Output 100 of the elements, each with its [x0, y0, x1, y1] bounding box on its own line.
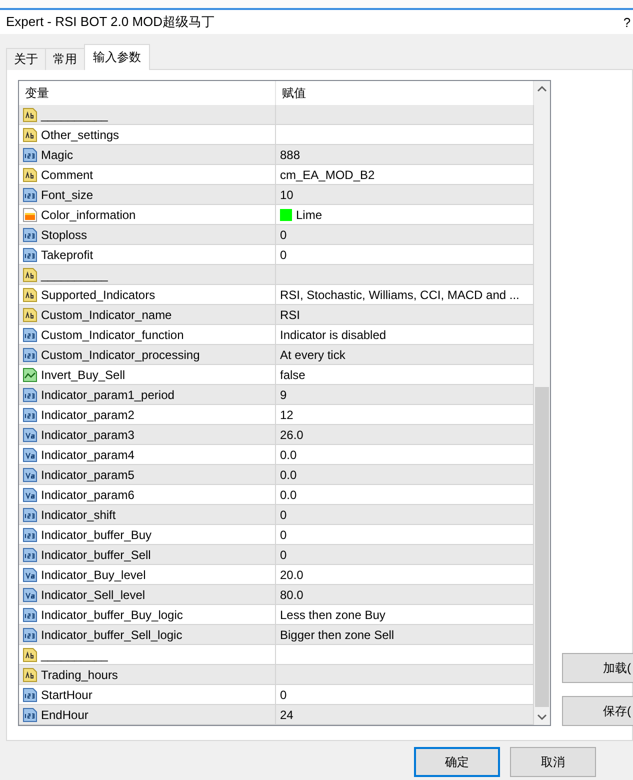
value-cell[interactable] — [276, 105, 534, 125]
integer-param-icon — [22, 686, 38, 702]
value-cell[interactable]: 0 — [276, 225, 534, 245]
variable-name: __________ — [41, 648, 108, 662]
scroll-thumb[interactable] — [535, 387, 549, 707]
value-cell[interactable]: 888 — [276, 145, 534, 165]
variable-name: Custom_Indicator_name — [41, 308, 172, 322]
variable-name: EndHour — [41, 708, 88, 722]
variable-name: Indicator_param1_period — [41, 388, 174, 402]
integer-param-icon — [22, 146, 38, 162]
variable-name: Color_information — [41, 208, 136, 222]
variable-name: Indicator_buffer_Sell_logic — [41, 628, 182, 642]
variable-name: Indicator_buffer_Buy — [41, 528, 152, 542]
variable-name: Takeprofit — [41, 248, 94, 262]
value-text: 10 — [280, 188, 294, 202]
value-cell[interactable] — [276, 665, 534, 685]
variable-name: Indicator_Buy_level — [41, 568, 146, 582]
variable-name: __________ — [41, 268, 108, 282]
value-text: 0.0 — [280, 468, 297, 482]
value-cell[interactable]: 0 — [276, 545, 534, 565]
variable-name: Indicator_param3 — [41, 428, 134, 442]
variable-name: Indicator_param6 — [41, 488, 134, 502]
tab[interactable]: 关于 — [6, 48, 46, 70]
value-text: 0 — [280, 248, 287, 262]
value-cell[interactable]: Bigger then zone Sell — [276, 625, 534, 645]
decimal-param-icon — [22, 426, 38, 442]
integer-param-icon — [22, 606, 38, 622]
variable-name: Indicator_Sell_level — [41, 588, 146, 602]
value-cell[interactable]: RSI — [276, 305, 534, 325]
integer-param-icon — [22, 326, 38, 342]
decimal-param-icon — [22, 586, 38, 602]
value-cell[interactable]: 10 — [276, 185, 534, 205]
value-cell[interactable]: 0.0 — [276, 465, 534, 485]
color-param-icon — [22, 206, 38, 222]
variable-name: Other_settings — [41, 128, 120, 142]
value-cell[interactable]: 9 — [276, 385, 534, 405]
value-text: false — [280, 368, 306, 382]
integer-param-icon — [22, 546, 38, 562]
boolean-param-icon — [22, 366, 38, 382]
variable-name: Indicator_buffer_Buy_logic — [41, 608, 183, 622]
integer-param-icon — [22, 406, 38, 422]
value-text: 0 — [280, 508, 287, 522]
text-param-icon — [22, 166, 38, 182]
side-button[interactable]: 保存( — [562, 696, 633, 726]
text-param-icon — [22, 646, 38, 662]
integer-param-icon — [22, 386, 38, 402]
value-text: Indicator is disabled — [280, 328, 386, 342]
value-text: Lime — [296, 208, 322, 222]
decimal-param-icon — [22, 466, 38, 482]
text-param-icon — [22, 126, 38, 142]
variable-name: Invert_Buy_Sell — [41, 368, 126, 382]
value-text: 80.0 — [280, 588, 304, 602]
value-text: 26.0 — [280, 428, 304, 442]
integer-param-icon — [22, 246, 38, 262]
variable-name: Trading_hours — [41, 668, 118, 682]
variable-name: Supported_Indicators — [41, 288, 156, 302]
integer-param-icon — [22, 186, 38, 202]
scrollbar[interactable] — [534, 81, 550, 725]
value-text: 0.0 — [280, 488, 297, 502]
decimal-param-icon — [22, 566, 38, 582]
tab[interactable]: 常用 — [45, 48, 85, 70]
value-cell[interactable]: 80.0 — [276, 585, 534, 605]
integer-param-icon — [22, 706, 38, 722]
value-text: cm_EA_MOD_B2 — [280, 168, 375, 182]
help-button[interactable]: ? — [621, 14, 633, 30]
value-cell[interactable]: 0 — [276, 505, 534, 525]
value-text: 20.0 — [280, 568, 304, 582]
tab[interactable]: 输入参数 — [84, 44, 150, 70]
value-text: 0 — [280, 548, 287, 562]
variable-name: Font_size — [41, 188, 94, 202]
integer-param-icon — [22, 346, 38, 362]
value-text: RSI, Stochastic, Williams, CCI, MACD and ... — [280, 288, 520, 302]
value-cell[interactable]: 24 — [276, 705, 534, 725]
value-cell[interactable]: 26.0 — [276, 425, 534, 445]
decimal-param-icon — [22, 486, 38, 502]
variable-name: __________ — [41, 108, 108, 122]
text-param-icon — [22, 666, 38, 682]
variable-name: Magic — [41, 148, 74, 162]
value-text: 0.0 — [280, 448, 297, 462]
integer-param-icon — [22, 226, 38, 242]
variable-name: Indicator_param4 — [41, 448, 134, 462]
value-cell[interactable] — [276, 265, 534, 285]
value-text: 12 — [280, 408, 294, 422]
value-text: 0 — [280, 528, 287, 542]
variable-name: Indicator_shift — [41, 508, 116, 522]
integer-param-icon — [22, 506, 38, 522]
text-param-icon — [22, 266, 38, 282]
decimal-param-icon — [22, 446, 38, 462]
dialog-button[interactable]: 取消 — [510, 747, 596, 777]
variable-name: Comment — [41, 168, 94, 182]
value-cell[interactable]: At every tick — [276, 345, 534, 365]
side-button[interactable]: 加载( — [562, 653, 633, 683]
variable-name: StartHour — [41, 688, 92, 702]
variable-name: Stoploss — [41, 228, 88, 242]
variable-name: Custom_Indicator_function — [41, 328, 184, 342]
variable-name: Indicator_buffer_Sell — [41, 548, 151, 562]
value-text: 888 — [280, 148, 300, 162]
text-param-icon — [22, 286, 38, 302]
dialog-button[interactable]: 确定 — [414, 747, 500, 777]
text-param-icon — [22, 106, 38, 122]
